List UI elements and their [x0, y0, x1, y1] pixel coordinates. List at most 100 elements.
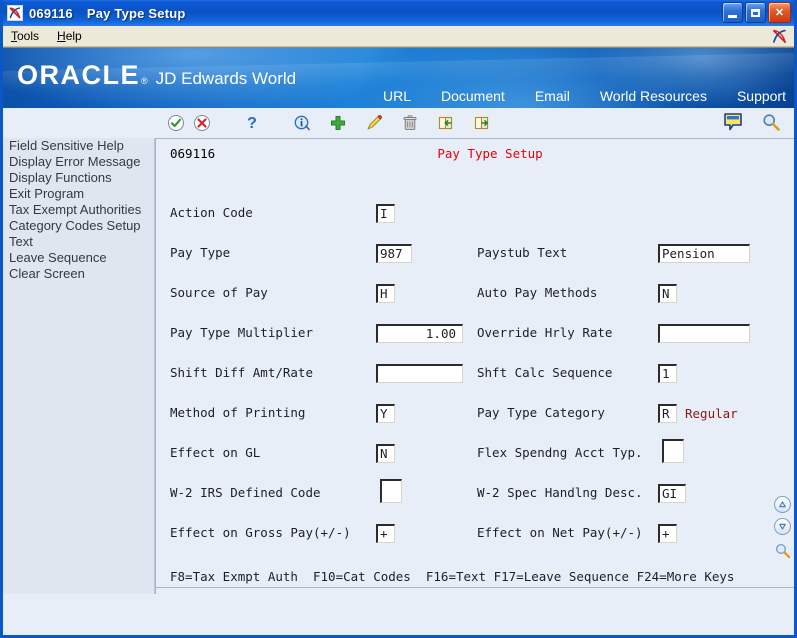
label-source-of-pay: Source of Pay [170, 285, 268, 300]
label-pay-type: Pay Type [170, 245, 231, 260]
sidebar-item-display-functions[interactable]: Display Functions [3, 170, 154, 186]
field-row-method-of-printing: Method of Printing Y [170, 403, 395, 423]
sidebar-item-text[interactable]: Text [3, 234, 154, 250]
scroll-widgets [772, 496, 792, 564]
input-pay-type-multiplier[interactable]: 1.00 [376, 324, 463, 343]
svg-text:?: ? [247, 115, 257, 132]
input-w2-irs-defined-code[interactable] [380, 479, 402, 503]
label-paystub-text: Paystub Text [477, 245, 568, 260]
body-area: Field Sensitive Help Display Error Messa… [3, 138, 794, 594]
input-shft-calc-sequence[interactable]: 1 [658, 364, 677, 383]
toolbar-left-group: ? [3, 112, 495, 134]
menu-tools-rest: ools [17, 28, 40, 43]
field-row-action-code: Action Code I [170, 203, 395, 223]
menu-help-rest: elp [65, 28, 82, 43]
minimize-icon [728, 14, 737, 18]
zoom-search-icon[interactable] [774, 542, 791, 564]
function-keys-bar: F8=Tax Exmpt Auth F10=Cat Codes F16=Text… [170, 569, 735, 584]
oracle-banner: ORACLE ® JD Edwards World URL Document E… [3, 47, 794, 108]
delete-trash-icon[interactable] [397, 112, 423, 134]
input-effect-on-gl[interactable]: N [376, 444, 395, 463]
field-row-pay-type-category: Pay Type Category R Regular [477, 403, 738, 423]
registered-mark: ® [141, 76, 148, 86]
field-row-effect-on-gross-pay: Effect on Gross Pay(+/-) + [170, 523, 395, 543]
exit-right-icon[interactable] [469, 112, 495, 134]
form-title: Pay Type Setup [437, 146, 543, 161]
scroll-up-icon[interactable] [773, 496, 791, 513]
input-w2-spec-handlng-desc[interactable]: GI [658, 484, 686, 503]
product-name: JD Edwards World [155, 69, 297, 88]
field-row-source-of-pay: Source of Pay H [170, 283, 395, 303]
info-icon[interactable] [289, 112, 315, 134]
maximize-icon [751, 8, 760, 17]
input-effect-on-net-pay[interactable]: + [658, 524, 677, 543]
menu-bar: Tools Help [3, 26, 794, 47]
sidebar-item-leave-sequence[interactable]: Leave Sequence [3, 250, 154, 266]
window-title-id: 069116 [29, 5, 73, 21]
window-title: 069116 Pay Type Setup [29, 6, 186, 21]
input-shift-diff-amt-rate[interactable] [376, 364, 463, 383]
banner-links: URL Document Email World Resources Suppo… [383, 88, 786, 104]
sidebar-item-tax-exempt-authorities[interactable]: Tax Exempt Authorities [3, 202, 154, 218]
input-effect-on-gross-pay[interactable]: + [376, 524, 395, 543]
toolbar-right-group [720, 111, 784, 133]
input-method-of-printing[interactable]: Y [376, 404, 395, 423]
maximize-button[interactable] [745, 2, 766, 23]
help-question-icon[interactable]: ? [239, 112, 265, 134]
banner-link-world-resources[interactable]: World Resources [600, 88, 707, 104]
banner-link-email[interactable]: Email [535, 88, 570, 104]
banner-link-support[interactable]: Support [737, 88, 786, 104]
field-row-paystub-text: Paystub Text Pension [477, 243, 750, 263]
label-effect-on-gross-pay: Effect on Gross Pay(+/-) [170, 525, 351, 540]
menu-item-tools[interactable]: Tools [11, 26, 39, 47]
exit-left-icon[interactable] [433, 112, 459, 134]
edit-pencil-icon[interactable] [361, 112, 387, 134]
application-window: 069116 Pay Type Setup ✕ Tools Help ORACLE… [0, 0, 797, 638]
jde-logo-icon [7, 5, 23, 21]
window-title-name: Pay Type Setup [86, 5, 186, 21]
scroll-down-icon[interactable] [773, 518, 791, 535]
sidebar-item-exit-program[interactable]: Exit Program [3, 186, 154, 202]
sidebar-item-display-error-message[interactable]: Display Error Message [3, 154, 154, 170]
input-pay-type[interactable]: 987 [376, 244, 412, 263]
menu-item-help[interactable]: Help [57, 26, 82, 47]
add-plus-icon[interactable] [325, 112, 351, 134]
field-row-flex-spendng-acct-typ: Flex Spendng Acct Typ. [477, 439, 684, 463]
label-effect-on-net-pay: Effect on Net Pay(+/-) [477, 525, 643, 540]
title-bar: 069116 Pay Type Setup ✕ [3, 0, 794, 26]
input-auto-pay-methods[interactable]: N [658, 284, 677, 303]
ok-check-icon[interactable] [163, 112, 189, 134]
label-w2-spec-handlng-desc: W-2 Spec Handlng Desc. [477, 485, 643, 500]
label-pay-type-multiplier: Pay Type Multiplier [170, 325, 313, 340]
input-paystub-text[interactable]: Pension [658, 244, 750, 263]
sidebar-menu: Field Sensitive Help Display Error Messa… [3, 138, 155, 594]
sidebar-item-clear-screen[interactable]: Clear Screen [3, 266, 154, 282]
note-pay-type-category: Regular [685, 406, 738, 421]
status-bar [156, 587, 794, 594]
field-row-pay-type: Pay Type 987 [170, 243, 412, 263]
banner-link-url[interactable]: URL [383, 88, 411, 104]
field-row-w2-irs-defined-code: W-2 IRS Defined Code [170, 479, 402, 503]
field-row-effect-on-net-pay: Effect on Net Pay(+/-) + [477, 523, 677, 543]
input-pay-type-category[interactable]: R [658, 404, 677, 423]
notes-bubble-icon[interactable] [720, 111, 746, 133]
cancel-x-icon[interactable] [189, 112, 215, 134]
sidebar-item-field-sensitive-help[interactable]: Field Sensitive Help [3, 138, 154, 154]
label-shft-calc-sequence: Shft Calc Sequence [477, 365, 613, 380]
label-shift-diff-amt-rate: Shift Diff Amt/Rate [170, 365, 313, 380]
input-override-hrly-rate[interactable] [658, 324, 750, 343]
label-method-of-printing: Method of Printing [170, 405, 306, 420]
input-source-of-pay[interactable]: H [376, 284, 395, 303]
label-w2-irs-defined-code: W-2 IRS Defined Code [170, 485, 321, 500]
input-action-code[interactable]: I [376, 204, 395, 223]
sidebar-item-category-codes-setup[interactable]: Category Codes Setup [3, 218, 154, 234]
input-flex-spendng-acct-typ[interactable] [662, 439, 684, 463]
search-magnifier-icon[interactable] [758, 111, 784, 133]
minimize-button[interactable] [722, 2, 743, 23]
close-button[interactable]: ✕ [768, 2, 791, 23]
label-override-hrly-rate: Override Hrly Rate [477, 325, 613, 340]
label-effect-on-gl: Effect on GL [170, 445, 261, 460]
field-row-override-hrly-rate: Override Hrly Rate [477, 323, 750, 343]
banner-link-document[interactable]: Document [441, 88, 505, 104]
field-row-effect-on-gl: Effect on GL N [170, 443, 395, 463]
